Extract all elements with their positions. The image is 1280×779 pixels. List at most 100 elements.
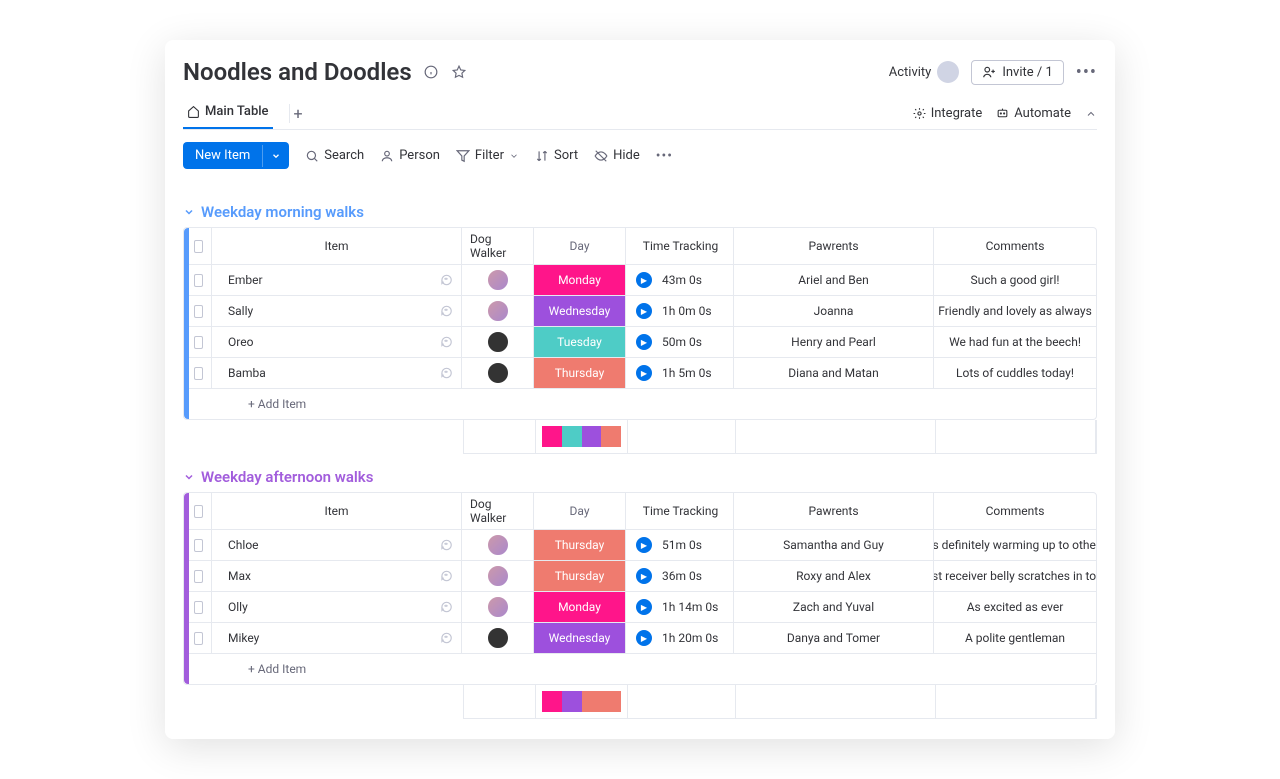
checkbox[interactable] xyxy=(194,539,203,552)
item-cell[interactable]: Ember xyxy=(212,265,462,295)
chevron-down-icon[interactable] xyxy=(262,145,289,167)
checkbox[interactable] xyxy=(194,570,203,583)
comments-cell[interactable]: We had fun at the beech! xyxy=(934,327,1096,357)
info-icon[interactable] xyxy=(422,63,440,81)
walker-cell[interactable] xyxy=(462,561,534,591)
play-icon[interactable]: ▶ xyxy=(636,272,652,288)
chat-icon[interactable] xyxy=(439,600,453,614)
walker-cell[interactable] xyxy=(462,265,534,295)
play-icon[interactable]: ▶ xyxy=(636,365,652,381)
col-pawrents[interactable]: Pawrents xyxy=(734,493,934,529)
checkbox[interactable] xyxy=(194,336,203,349)
col-walker[interactable]: Dog Walker xyxy=(462,493,534,529)
table-row[interactable]: Chloe Thursday ▶ 51m 0s Samantha and Guy… xyxy=(184,530,1096,561)
table-row[interactable]: Ember Monday ▶ 43m 0s Ariel and Ben Such… xyxy=(184,265,1096,296)
add-tab-button[interactable]: + xyxy=(289,104,307,123)
add-item-row[interactable]: + Add Item xyxy=(184,654,1096,684)
group-header[interactable]: Weekday morning walks xyxy=(183,203,1097,221)
pawrents-cell[interactable]: Joanna xyxy=(734,296,934,326)
play-icon[interactable]: ▶ xyxy=(636,568,652,584)
play-icon[interactable]: ▶ xyxy=(636,303,652,319)
chat-icon[interactable] xyxy=(439,631,453,645)
pawrents-cell[interactable]: Zach and Yuval xyxy=(734,592,934,622)
checkbox[interactable] xyxy=(194,367,203,380)
col-day[interactable]: Day xyxy=(534,493,626,529)
collapse-icon[interactable] xyxy=(1085,108,1097,120)
add-item-row[interactable]: + Add Item xyxy=(184,389,1096,419)
add-item-label[interactable]: + Add Item xyxy=(212,654,1096,684)
time-tracking-cell[interactable]: ▶ 36m 0s xyxy=(626,561,734,591)
walker-cell[interactable] xyxy=(462,358,534,388)
tab-main-table[interactable]: Main Table xyxy=(183,98,273,129)
walker-cell[interactable] xyxy=(462,296,534,326)
comments-cell[interactable]: Best receiver belly scratches in town xyxy=(934,561,1096,591)
comments-cell[interactable]: Lots of cuddles today! xyxy=(934,358,1096,388)
star-icon[interactable] xyxy=(450,63,468,81)
search-button[interactable]: Search xyxy=(305,148,364,163)
chat-icon[interactable] xyxy=(439,366,453,380)
checkbox[interactable] xyxy=(194,632,203,645)
play-icon[interactable]: ▶ xyxy=(636,630,652,646)
chat-icon[interactable] xyxy=(439,569,453,583)
add-item-label[interactable]: + Add Item xyxy=(212,389,1096,419)
activity-button[interactable]: Activity xyxy=(889,61,960,83)
comments-cell[interactable]: A polite gentleman xyxy=(934,623,1096,653)
checkbox[interactable] xyxy=(194,305,203,318)
time-tracking-cell[interactable]: ▶ 51m 0s xyxy=(626,530,734,560)
col-item[interactable]: Item xyxy=(212,493,462,529)
pawrents-cell[interactable]: Diana and Matan xyxy=(734,358,934,388)
item-cell[interactable]: Oreo xyxy=(212,327,462,357)
comments-cell[interactable]: She's definitely warming up to other d..… xyxy=(934,530,1096,560)
col-walker[interactable]: Dog Walker xyxy=(462,228,534,264)
item-cell[interactable]: Olly xyxy=(212,592,462,622)
pawrents-cell[interactable]: Roxy and Alex xyxy=(734,561,934,591)
item-cell[interactable]: Mikey xyxy=(212,623,462,653)
checkbox[interactable] xyxy=(194,505,203,518)
pawrents-cell[interactable]: Henry and Pearl xyxy=(734,327,934,357)
time-tracking-cell[interactable]: ▶ 50m 0s xyxy=(626,327,734,357)
col-track[interactable]: Time Tracking xyxy=(626,493,734,529)
integrate-button[interactable]: Integrate xyxy=(913,106,983,121)
checkbox[interactable] xyxy=(194,240,203,253)
invite-button[interactable]: Invite / 1 xyxy=(971,60,1063,85)
table-row[interactable]: Oreo Tuesday ▶ 50m 0s Henry and Pearl We… xyxy=(184,327,1096,358)
table-row[interactable]: Mikey Wednesday ▶ 1h 20m 0s Danya and To… xyxy=(184,623,1096,654)
time-tracking-cell[interactable]: ▶ 1h 14m 0s xyxy=(626,592,734,622)
day-cell[interactable]: Thursday xyxy=(534,530,626,560)
time-tracking-cell[interactable]: ▶ 1h 0m 0s xyxy=(626,296,734,326)
time-tracking-cell[interactable]: ▶ 1h 5m 0s xyxy=(626,358,734,388)
chat-icon[interactable] xyxy=(439,304,453,318)
checkbox[interactable] xyxy=(194,601,203,614)
day-cell[interactable]: Monday xyxy=(534,592,626,622)
chat-icon[interactable] xyxy=(439,273,453,287)
day-cell[interactable]: Wednesday xyxy=(534,296,626,326)
col-pawrents[interactable]: Pawrents xyxy=(734,228,934,264)
pawrents-cell[interactable]: Ariel and Ben xyxy=(734,265,934,295)
col-item[interactable]: Item xyxy=(212,228,462,264)
chat-icon[interactable] xyxy=(439,538,453,552)
play-icon[interactable]: ▶ xyxy=(636,334,652,350)
day-cell[interactable]: Tuesday xyxy=(534,327,626,357)
col-track[interactable]: Time Tracking xyxy=(626,228,734,264)
walker-cell[interactable] xyxy=(462,530,534,560)
new-item-button[interactable]: New Item xyxy=(183,142,289,169)
toolbar-more-icon[interactable]: ••• xyxy=(656,148,673,164)
person-button[interactable]: Person xyxy=(380,148,440,163)
table-row[interactable]: Sally Wednesday ▶ 1h 0m 0s Joanna Friend… xyxy=(184,296,1096,327)
table-row[interactable]: Olly Monday ▶ 1h 14m 0s Zach and Yuval A… xyxy=(184,592,1096,623)
item-cell[interactable]: Max xyxy=(212,561,462,591)
more-icon[interactable]: ••• xyxy=(1076,62,1097,83)
hide-button[interactable]: Hide xyxy=(594,148,640,163)
day-cell[interactable]: Monday xyxy=(534,265,626,295)
table-row[interactable]: Bamba Thursday ▶ 1h 5m 0s Diana and Mata… xyxy=(184,358,1096,389)
walker-cell[interactable] xyxy=(462,623,534,653)
col-comments[interactable]: Comments xyxy=(934,228,1096,264)
group-header[interactable]: Weekday afternoon walks xyxy=(183,468,1097,486)
item-cell[interactable]: Chloe xyxy=(212,530,462,560)
pawrents-cell[interactable]: Samantha and Guy xyxy=(734,530,934,560)
sort-button[interactable]: Sort xyxy=(535,148,578,163)
automate-button[interactable]: Automate xyxy=(996,106,1071,121)
day-cell[interactable]: Thursday xyxy=(534,358,626,388)
col-comments[interactable]: Comments xyxy=(934,493,1096,529)
comments-cell[interactable]: Such a good girl! xyxy=(934,265,1096,295)
